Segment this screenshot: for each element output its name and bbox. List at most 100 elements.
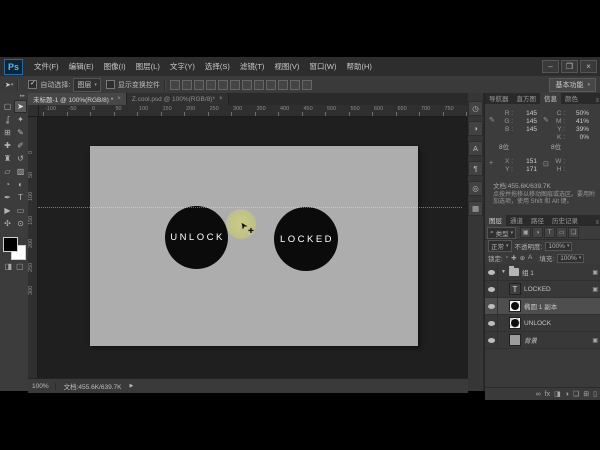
distribute-right-icon[interactable] <box>302 80 312 90</box>
visibility-toggle[interactable] <box>485 315 498 331</box>
filter-kind-icon-4[interactable]: ❏ <box>568 227 579 238</box>
close-tab-icon[interactable]: × <box>117 96 121 102</box>
timeline-panel-icon[interactable]: ▦ <box>468 201 483 216</box>
shape-layer-thumbnail[interactable] <box>509 300 521 312</box>
expand-triangle-icon[interactable]: ▼ <box>501 269 506 275</box>
magic-wand-tool[interactable]: ✦ <box>14 113 27 126</box>
distribute-top-icon[interactable] <box>242 80 252 90</box>
filter-kind-icon-3[interactable]: ▭ <box>556 227 567 238</box>
clone-source-panel-icon[interactable]: ◎ <box>468 181 483 196</box>
shape-tool[interactable]: ▭ <box>14 204 27 217</box>
crop-tool[interactable]: ⊞ <box>1 126 14 139</box>
layer-row-UNLOCK[interactable]: UNLOCK <box>485 315 600 332</box>
paragraph-panel-icon[interactable]: ¶ <box>468 161 483 176</box>
pixel-layer-thumbnail[interactable] <box>509 317 521 329</box>
quick-mask-mode-icon[interactable]: ◨ <box>4 262 12 271</box>
distribute-hcenter-icon[interactable] <box>290 80 300 90</box>
layer-row-椭圆 1 副本[interactable]: 椭圆 1 副本 <box>485 298 600 315</box>
menu-item-文字[interactable]: 文字(Y) <box>165 61 200 72</box>
add-layer-mask-icon[interactable]: ◨ <box>554 390 561 398</box>
character-panel-icon[interactable]: A <box>468 141 483 156</box>
restore-button[interactable]: ❐ <box>561 60 578 73</box>
fill-field[interactable]: 100% ▾ <box>557 254 584 263</box>
align-horizontal-centers-icon[interactable] <box>218 80 228 90</box>
hand-tool[interactable]: ✣ <box>1 217 14 230</box>
lock-option-icon-1[interactable]: ✚ <box>511 254 516 262</box>
menu-item-窗口[interactable]: 窗口(W) <box>304 61 341 72</box>
blur-tool[interactable]: ◔ <box>1 178 14 191</box>
info-tab-信息[interactable]: 信息 <box>540 92 561 104</box>
pen-tool[interactable]: ✒ <box>1 191 14 204</box>
layer-filter-dropdown[interactable]: ⌕ 类型 ▾ <box>487 227 516 239</box>
adjustments-panel-icon[interactable]: ◑ <box>468 121 483 136</box>
visibility-toggle[interactable] <box>485 298 498 314</box>
menu-item-图像[interactable]: 图像(I) <box>99 61 131 72</box>
lasso-tool[interactable]: ʆ <box>1 113 14 126</box>
show-transform-checkbox[interactable] <box>106 80 115 89</box>
canvas-viewport[interactable]: 050100150200250300 UNLOCK LOCKED ➤ ✚ <box>28 117 468 378</box>
layer-row-组 1[interactable]: ▼组 1▣ <box>485 264 600 281</box>
visibility-toggle[interactable] <box>485 332 498 348</box>
layer-row-LOCKED[interactable]: TLOCKED▣ <box>485 281 600 298</box>
brush-tool[interactable]: ✐ <box>14 139 27 152</box>
status-menu-arrow-icon[interactable]: ▶ <box>129 383 133 389</box>
align-vertical-centers-icon[interactable] <box>182 80 192 90</box>
lock-option-icon-0[interactable]: ▫ <box>506 254 508 262</box>
gradient-tool[interactable]: ▨ <box>14 165 27 178</box>
zoom-level-field[interactable]: 100% <box>32 383 56 390</box>
clone-stamp-tool[interactable]: ♜ <box>1 152 14 165</box>
blend-mode-dropdown[interactable]: 正常 ▾ <box>488 240 512 252</box>
align-bottom-edges-icon[interactable] <box>194 80 204 90</box>
align-right-edges-icon[interactable] <box>230 80 240 90</box>
new-layer-icon[interactable]: ⊞ <box>583 390 589 398</box>
history-panel-icon[interactable]: ◷ <box>468 101 483 116</box>
opacity-field[interactable]: 100% ▾ <box>545 242 572 251</box>
visibility-toggle[interactable] <box>485 281 498 297</box>
screen-mode-icon[interactable]: ▢ <box>16 262 24 271</box>
delete-layer-icon[interactable]: ▯ <box>593 390 597 398</box>
visibility-toggle[interactable] <box>485 264 498 280</box>
menu-item-帮助[interactable]: 帮助(H) <box>342 61 377 72</box>
close-tab-icon[interactable]: × <box>219 96 223 102</box>
auto-select-target-dropdown[interactable]: 图层 ▾ <box>73 78 101 92</box>
info-tab-导航器[interactable]: 导航器 <box>485 92 513 104</box>
path-selection-tool[interactable]: ▶ <box>1 204 14 217</box>
eyedropper-tool[interactable]: ✎ <box>14 126 27 139</box>
foreground-color-swatch[interactable] <box>3 237 18 252</box>
auto-select-checkbox[interactable]: ✓ <box>28 80 37 89</box>
zoom-tool[interactable]: ⊙ <box>14 217 27 230</box>
layer-row-背景[interactable]: 背景▣ <box>485 332 600 349</box>
type-tool[interactable]: T <box>14 191 27 204</box>
distribute-bottom-icon[interactable] <box>266 80 276 90</box>
horizontal-ruler[interactable]: -100-50050100150200250300350400450500550… <box>28 105 468 117</box>
distribute-left-icon[interactable] <box>278 80 288 90</box>
link-layers-icon[interactable]: ∞ <box>536 391 541 398</box>
layers-tab-历史记录[interactable]: 历史记录 <box>548 214 582 226</box>
lock-option-icon-3[interactable]: A <box>528 254 532 262</box>
close-button[interactable]: × <box>580 60 597 73</box>
ruler-origin-corner[interactable] <box>28 105 39 116</box>
tool-preset-caret-icon[interactable]: ▾ <box>11 82 14 88</box>
document-tab-2[interactable]: Z.cool.psd @ 100%(RGB/8)*× <box>127 93 229 105</box>
workspace-switcher[interactable]: 基本功能 ▾ <box>549 78 596 92</box>
eraser-tool[interactable]: ▱ <box>1 165 14 178</box>
locked-circle-shape[interactable]: LOCKED <box>274 207 338 271</box>
menu-item-选择[interactable]: 选择(S) <box>200 61 235 72</box>
menu-item-滤镜[interactable]: 滤镜(T) <box>235 61 270 72</box>
info-tab-颜色[interactable]: 颜色 <box>561 92 582 104</box>
new-group-icon[interactable]: ❏ <box>573 390 579 398</box>
filter-kind-icon-0[interactable]: ▣ <box>520 227 531 238</box>
menu-item-图层[interactable]: 图层(L) <box>131 61 165 72</box>
layers-tab-通道[interactable]: 通道 <box>506 214 527 226</box>
layers-tab-路径[interactable]: 路径 <box>527 214 548 226</box>
new-adjustment-layer-icon[interactable]: ◑ <box>565 391 569 398</box>
unlock-circle-shape[interactable]: UNLOCK <box>165 206 228 269</box>
eyedropper-icon[interactable]: ✎ <box>543 116 549 124</box>
filter-kind-icon-2[interactable]: T <box>544 227 555 238</box>
rectangular-marquee-tool[interactable]: ▢ <box>1 100 14 113</box>
menu-item-视图[interactable]: 视图(V) <box>269 61 304 72</box>
info-tab-直方图[interactable]: 直方图 <box>513 92 541 104</box>
move-tool[interactable]: ➤ <box>14 100 27 113</box>
document-tab-1[interactable]: 未标题-1 @ 100%(RGB/8) *× <box>28 93 127 105</box>
align-left-edges-icon[interactable] <box>206 80 216 90</box>
